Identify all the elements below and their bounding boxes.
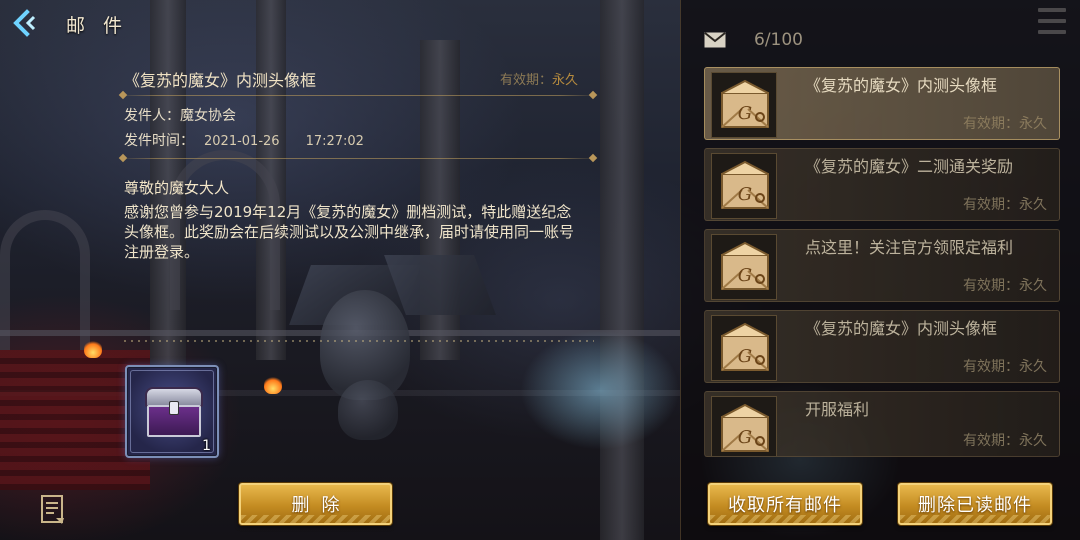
time-row: 发件时间： 2021-01-26 17:27:02: [124, 130, 364, 150]
sender-label: 发件人：: [124, 108, 180, 124]
mail-envelope-icon: G: [721, 241, 769, 290]
mail-count: 6/100: [704, 30, 803, 50]
sender-name: 魔女协会: [180, 108, 236, 124]
svg-text:G: G: [738, 346, 752, 367]
notebook-icon-svg: [41, 495, 64, 524]
mail-thumb: G: [711, 315, 777, 381]
dotted-separator: [124, 340, 594, 342]
send-time: 17:27:02: [305, 134, 364, 149]
validity-value: 永久: [552, 73, 579, 88]
mail-envelope-icon: G: [721, 403, 769, 452]
mail-body: 感谢您曾参与2019年12月《复苏的魔女》删档测试，特此赠送纪念头像框。此奖励会…: [124, 203, 575, 261]
mail-thumb: G: [711, 72, 777, 138]
delete-read-button[interactable]: 删除已读邮件: [898, 483, 1052, 525]
mail-item-title: 《复苏的魔女》二测通关奖励: [805, 157, 1014, 176]
envelope-icon: [704, 32, 726, 48]
mail-detail-panel: 《复苏的魔女》内测头像框 有效期：永久 发件人：魔女协会 发件时间： 2021-0…: [0, 0, 680, 540]
mail-envelope-icon: G: [721, 160, 769, 209]
mail-greeting: 尊敬的魔女大人: [124, 179, 230, 197]
svg-text:G: G: [738, 427, 752, 448]
collect-all-button[interactable]: 收取所有邮件: [708, 483, 862, 525]
delete-button[interactable]: 删除: [239, 483, 392, 525]
treasure-chest-icon: [145, 387, 203, 437]
mail-item-title: 点这里！关注官方领限定福利: [805, 238, 1014, 257]
mail-item-validity: 有效期：永久: [963, 433, 1047, 449]
divider: [118, 158, 598, 159]
mail-item-title: 《复苏的魔女》内测头像框: [805, 319, 998, 338]
mail-item-validity: 有效期：永久: [963, 278, 1047, 294]
send-date: 2021-01-26: [204, 134, 280, 149]
validity-label: 有效期：: [500, 73, 553, 88]
mail-item-validity: 有效期：永久: [963, 197, 1047, 213]
svg-text:G: G: [738, 265, 752, 286]
mail-item-validity: 有效期：永久: [963, 359, 1047, 375]
mail-thumb: G: [711, 153, 777, 219]
mail-list-item[interactable]: G 《复苏的魔女》内测头像框有效期：永久: [704, 310, 1060, 383]
divider: [118, 95, 598, 96]
notebook-icon[interactable]: [40, 494, 66, 526]
time-label: 发件时间：: [124, 133, 194, 149]
mail-list-item[interactable]: G 开服福利有效期：永久: [704, 391, 1060, 457]
mail-list-item[interactable]: G 点这里！关注官方领限定福利有效期：永久: [704, 229, 1060, 302]
mail-validity: 有效期：永久: [500, 69, 578, 88]
mail-item-validity: 有效期：永久: [963, 116, 1047, 132]
mail-thumb: G: [711, 396, 777, 456]
svg-text:G: G: [738, 103, 752, 124]
attachment-count: 1: [202, 438, 211, 454]
mail-list-item[interactable]: G 《复苏的魔女》内测头像框有效期：永久: [704, 67, 1060, 140]
mail-list-item[interactable]: G 《复苏的魔女》二测通关奖励有效期：永久: [704, 148, 1060, 221]
sender-row: 发件人：魔女协会: [124, 105, 236, 125]
mail-item-title: 《复苏的魔女》内测头像框: [805, 76, 998, 95]
svg-text:G: G: [738, 184, 752, 205]
mail-count-text: 6/100: [754, 30, 803, 50]
attachment-slot[interactable]: 1: [125, 365, 219, 458]
mail-thumb: G: [711, 234, 777, 300]
mail-item-title: 开服福利: [805, 400, 870, 419]
mail-subject: 《复苏的魔女》内测头像框: [124, 71, 317, 90]
mail-envelope-icon: G: [721, 79, 769, 128]
mail-envelope-icon: G: [721, 322, 769, 371]
